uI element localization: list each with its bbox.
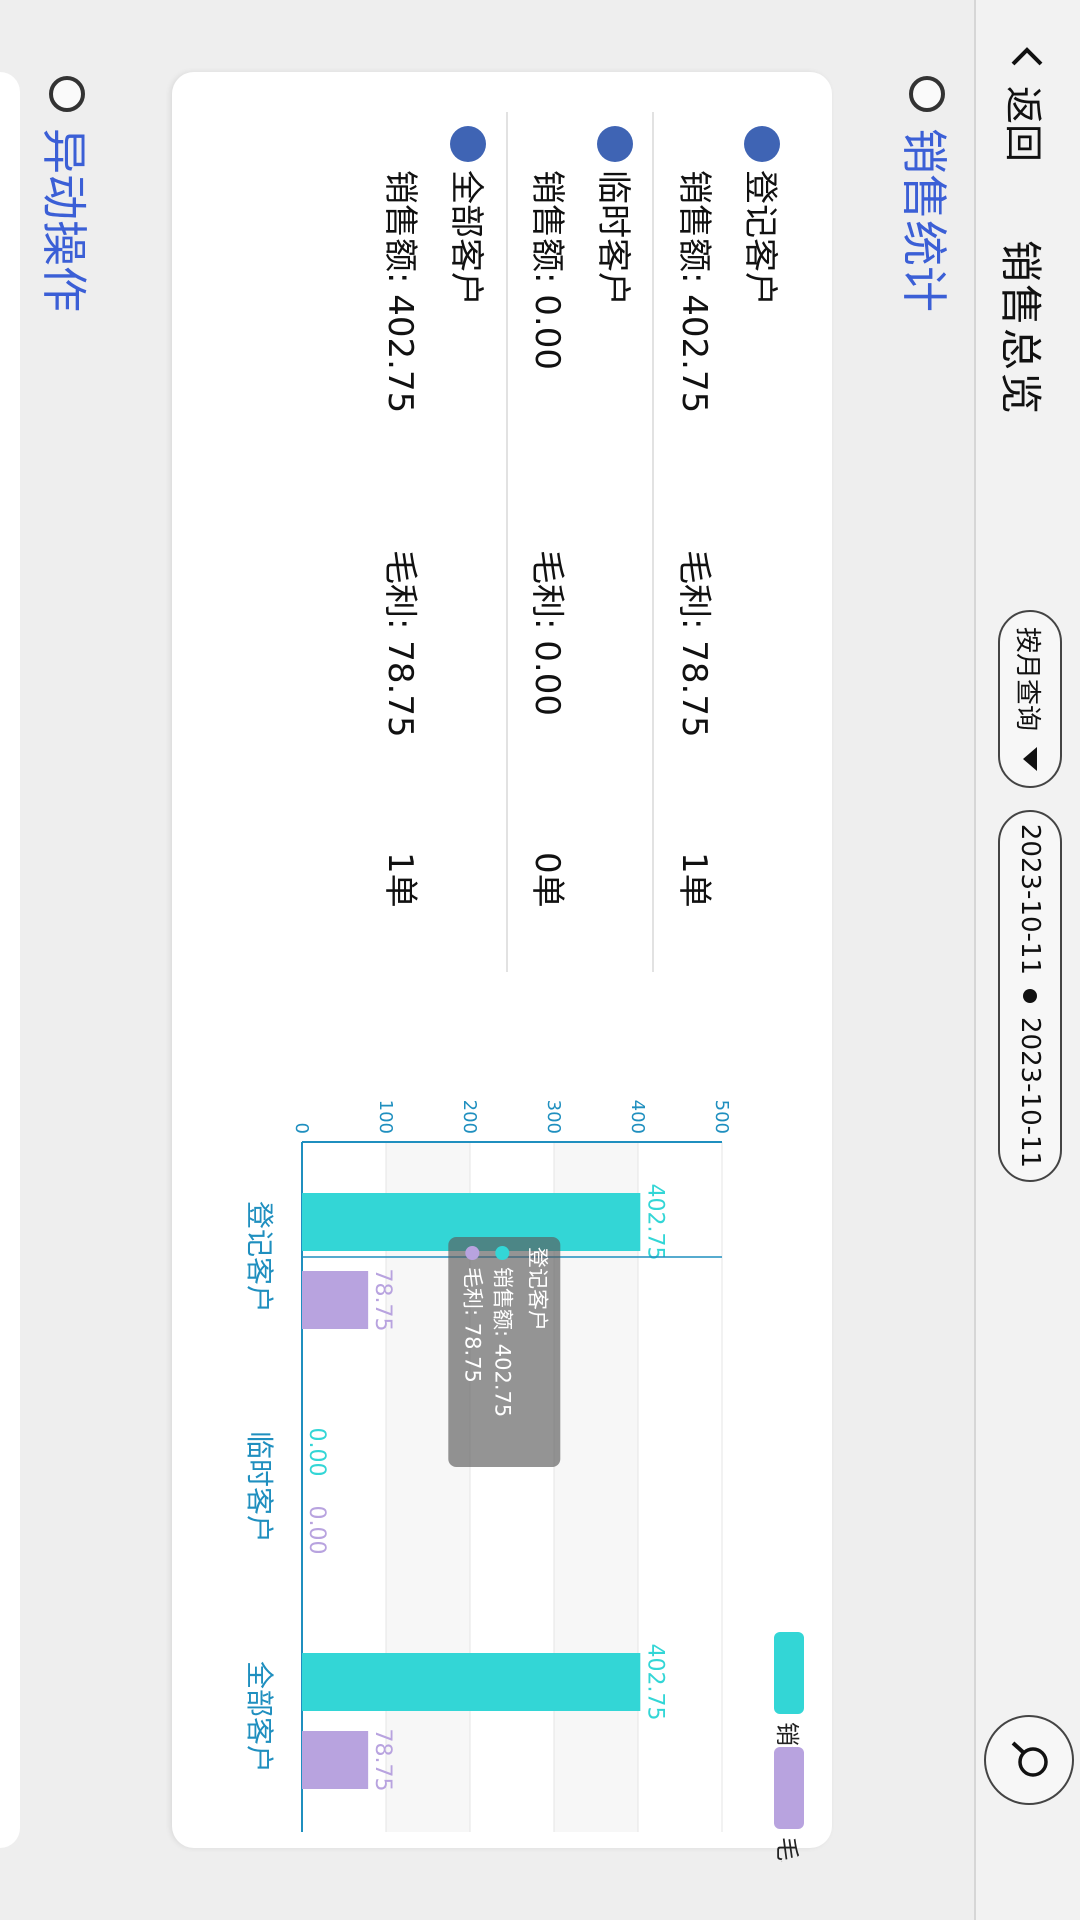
date-start: 2023-10-11 [1015, 823, 1045, 975]
gross-profit: 毛利: 78.75 [380, 550, 420, 738]
range-separator-dot [1023, 989, 1037, 1003]
customer-type: 全部客户 [446, 170, 486, 306]
top-bar: 返回 销售总览 按月查询 2023-10-11 2023-10-11 [974, 0, 1080, 1920]
y-tick-label: 100 [375, 1100, 396, 1134]
tooltip-line: 毛利: 78.75 [460, 1267, 484, 1383]
search-icon [1011, 1741, 1048, 1777]
search-button[interactable] [984, 1715, 1074, 1805]
sales-bar-chart[interactable]: 0100200300400500销售额毛利402.7578.75登记客户0.00… [192, 1072, 812, 1862]
date-range-picker[interactable]: 2023-10-11 2023-10-11 [998, 810, 1062, 1182]
abnormal-ops-section-header[interactable]: 异动操作 [34, 76, 100, 312]
sales-stats-section-header[interactable]: 销售统计 [894, 76, 960, 312]
row-divider [652, 112, 654, 972]
order-count: 0单 [527, 852, 567, 908]
section-title: 异动操作 [37, 128, 91, 312]
tooltip-title: 登记客户 [525, 1247, 549, 1331]
y-tick-label: 0 [291, 1123, 312, 1134]
bar-value-label: 78.75 [370, 1269, 395, 1332]
y-tick-label: 200 [459, 1100, 480, 1134]
radio-circle-icon [909, 76, 945, 112]
month-query-dropdown[interactable]: 按月查询 [998, 610, 1062, 788]
sales-amount: 销售额: 402.75 [380, 170, 420, 414]
abnormal-ops-card [0, 72, 20, 1848]
bar-value-label: 402.75 [642, 1184, 667, 1261]
bar-value-label: 78.75 [370, 1729, 395, 1792]
x-category-label: 临时客户 [243, 1431, 276, 1543]
x-category-label: 登记客户 [243, 1201, 276, 1313]
sales-amount: 销售额: 0.00 [527, 170, 567, 370]
order-count: 1单 [380, 852, 420, 908]
x-category-label: 全部客户 [243, 1661, 276, 1773]
legend-swatch [774, 1632, 804, 1714]
date-end: 2023-10-11 [1015, 1017, 1045, 1169]
back-button[interactable]: 返回 [1002, 38, 1052, 162]
customer-type: 临时客户 [593, 170, 633, 306]
section-title: 销售统计 [897, 128, 951, 312]
bar-sales [302, 1653, 641, 1711]
bullet-dot [744, 126, 780, 162]
bar-value-label: 0.00 [304, 1428, 329, 1477]
customer-type: 登记客户 [740, 170, 780, 306]
y-tick-label: 300 [543, 1100, 564, 1134]
back-label: 返回 [1001, 86, 1046, 163]
tooltip-dot [495, 1246, 510, 1260]
bar-profit [301, 1271, 369, 1329]
summary-row-temporary: 临时客户 销售额: 0.00 毛利: 0.00 0单 [507, 112, 647, 972]
bullet-dot [450, 126, 486, 162]
tooltip-line: 销售额: 402.75 [490, 1267, 514, 1417]
order-count: 1单 [674, 852, 714, 908]
radio-circle-icon [49, 76, 85, 112]
y-tick-label: 500 [711, 1100, 732, 1134]
page-title: 销售总览 [996, 240, 1045, 417]
bar-value-label: 0.00 [304, 1506, 329, 1555]
gross-profit: 毛利: 0.00 [527, 550, 567, 716]
legend-label: 毛利 [773, 1837, 801, 1862]
tooltip-dot [465, 1246, 480, 1260]
caret-down-icon [1023, 747, 1037, 771]
chevron-left-icon [1011, 47, 1043, 66]
sales-amount: 销售额: 402.75 [674, 170, 714, 414]
gross-profit: 毛利: 78.75 [674, 550, 714, 738]
sales-stats-card: 登记客户 销售额: 402.75 毛利: 78.75 1单 临时客户 销售额: … [172, 72, 832, 1862]
y-tick-label: 400 [627, 1100, 648, 1134]
bullet-dot [597, 126, 633, 162]
legend-swatch [774, 1747, 804, 1829]
row-divider [506, 112, 508, 972]
summary-row-registered: 登记客户 销售额: 402.75 毛利: 78.75 1单 [654, 112, 794, 972]
month-query-label: 按月查询 [1012, 626, 1043, 731]
summary-row-all: 全部客户 销售额: 402.75 毛利: 78.75 1单 [360, 112, 500, 972]
bar-value-label: 402.75 [642, 1644, 667, 1721]
bar-profit [301, 1731, 369, 1789]
screen-rotated: 返回 销售总览 按月查询 2023-10-11 2023-10-11 销售统计 [0, 0, 1080, 1920]
